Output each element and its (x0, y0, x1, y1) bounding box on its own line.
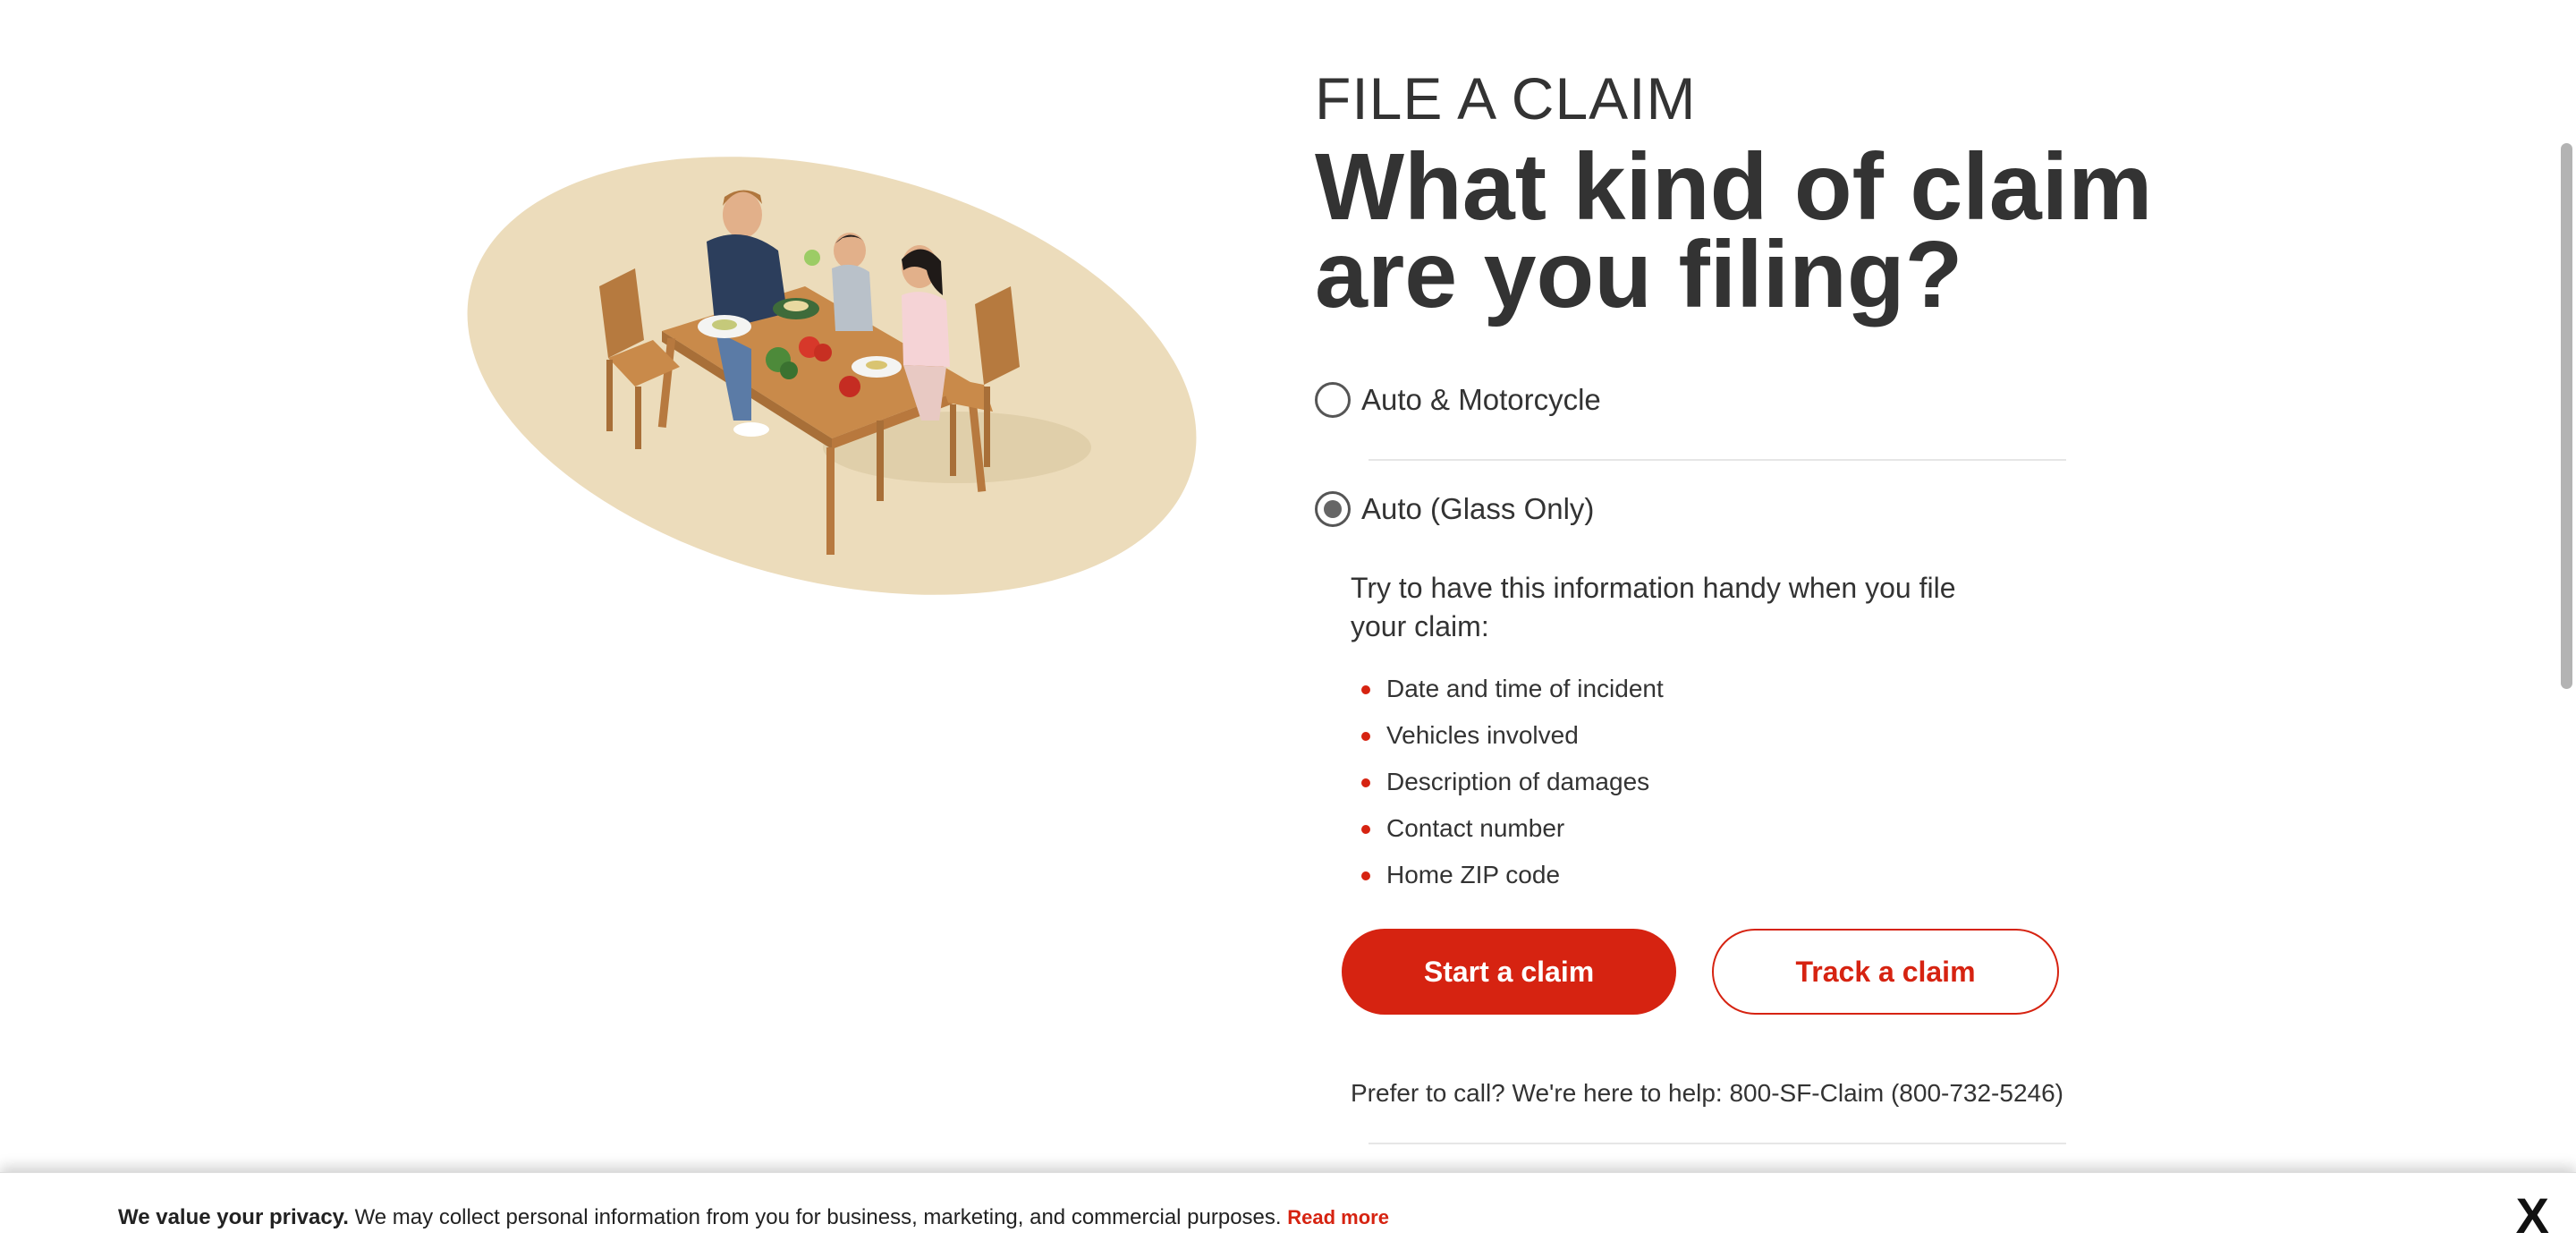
scrollbar-thumb[interactable] (2561, 143, 2572, 689)
list-item-text: Contact number (1386, 814, 1565, 842)
family-dining-illustration (467, 157, 1197, 595)
child-head (834, 233, 866, 268)
call-help-text: Prefer to call? We're here to help: 800-… (1351, 1079, 2063, 1107)
list-item: Date and time of incident (1360, 666, 1664, 712)
bullet-icon (1361, 685, 1370, 694)
page: FILE A CLAIM What kind of claim are you … (0, 0, 2576, 1258)
privacy-heading: We value your privacy. (118, 1205, 349, 1229)
bullet-icon (1361, 871, 1370, 880)
claim-type-label: Auto & Motorcycle (1361, 383, 1601, 416)
page-title: What kind of claim are you filing? (1315, 134, 2153, 327)
list-item-text: Vehicles involved (1386, 721, 1579, 749)
child-body (832, 264, 873, 331)
close-icon[interactable]: X (2516, 1189, 2549, 1243)
list-item: Home ZIP code (1360, 852, 1664, 898)
divider (1368, 1143, 2066, 1144)
read-more-link[interactable]: Read more (1287, 1206, 1389, 1228)
list-item-text: Home ZIP code (1386, 861, 1561, 888)
claim-type-auto-motorcycle[interactable]: Auto & Motorcycle (1315, 378, 1601, 422)
list-item: Contact number (1360, 805, 1664, 852)
privacy-message: We value your privacy. We may collect pe… (118, 1205, 1389, 1230)
bullet-icon (1361, 825, 1370, 834)
list-item: Description of damages (1360, 759, 1664, 805)
privacy-body: We may collect personal information from… (348, 1205, 1288, 1229)
track-claim-button[interactable]: Track a claim (1712, 929, 2059, 1015)
divider (1368, 459, 2066, 461)
scrollbar-track[interactable] (2556, 0, 2576, 1258)
list-item-text: Date and time of incident (1386, 675, 1664, 702)
list-item: Vehicles involved (1360, 712, 1664, 759)
page-eyebrow: FILE A CLAIM (1315, 65, 1697, 132)
list-item-text: Description of damages (1386, 768, 1650, 795)
claim-type-label: Auto (Glass Only) (1361, 492, 1595, 525)
info-intro: Try to have this information handy when … (1351, 572, 1956, 642)
start-claim-button[interactable]: Start a claim (1342, 929, 1676, 1015)
privacy-banner: We value your privacy. We may collect pe… (0, 1172, 2576, 1258)
bullet-icon (1361, 778, 1370, 787)
bullet-icon (1361, 732, 1370, 741)
radio-unchecked-icon[interactable] (1315, 382, 1351, 418)
claim-type-auto-glass[interactable]: Auto (Glass Only) (1315, 487, 1594, 531)
info-checklist: Date and time of incident Vehicles invol… (1360, 666, 1664, 898)
woman-body (902, 292, 950, 367)
radio-checked-icon[interactable] (1315, 491, 1351, 527)
